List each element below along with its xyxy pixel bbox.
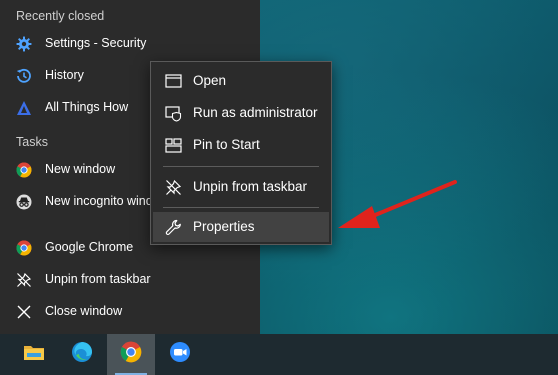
annotation-arrow — [338, 180, 457, 228]
taskbar-chrome[interactable] — [107, 334, 155, 375]
taskbar-zoom[interactable] — [156, 334, 204, 375]
taskbar-edge[interactable] — [58, 334, 106, 375]
edge-icon — [71, 341, 93, 368]
chrome-icon — [120, 341, 142, 368]
taskbar-file-explorer[interactable] — [10, 334, 58, 375]
taskbar — [0, 334, 558, 375]
zoom-icon — [169, 341, 191, 368]
file-explorer-icon — [23, 342, 45, 367]
